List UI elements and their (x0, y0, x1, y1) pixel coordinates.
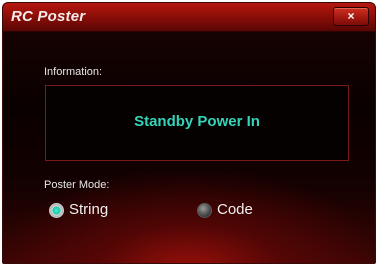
radio-string-label[interactable]: String (69, 201, 108, 218)
rc-poster-window: RC Poster × Information: Standby Power I… (2, 2, 376, 264)
radio-code-label[interactable]: Code (217, 201, 253, 218)
information-label: Information: (44, 66, 103, 78)
radio-unchecked-icon[interactable] (197, 203, 212, 218)
close-icon: × (347, 9, 355, 23)
information-display: Standby Power In (45, 85, 349, 161)
title-bar[interactable]: RC Poster × (3, 3, 375, 32)
window-title: RC Poster (11, 8, 86, 25)
information-value: Standby Power In (134, 113, 260, 130)
close-button[interactable]: × (333, 7, 369, 26)
radio-checked-icon[interactable] (49, 203, 64, 218)
poster-mode-label: Poster Mode: (44, 179, 110, 191)
